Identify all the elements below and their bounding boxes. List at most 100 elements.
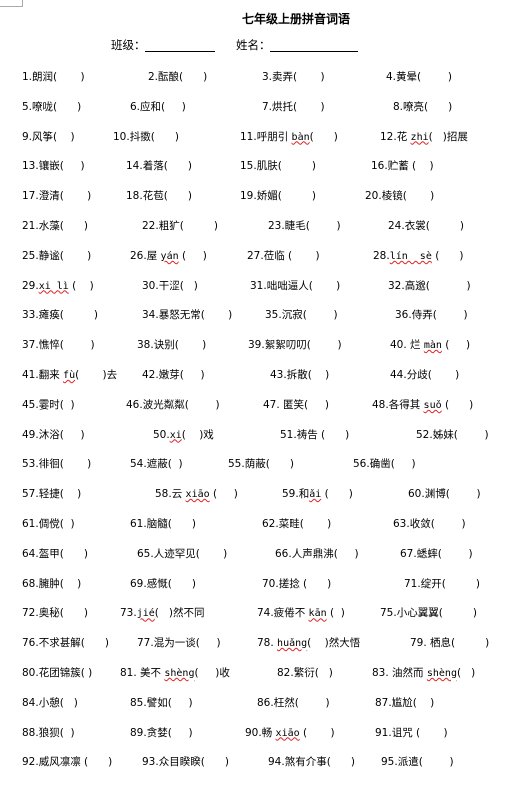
item-text: 85.譬如( ): [130, 696, 193, 709]
item-text: 65.人迹罕见( ): [137, 547, 228, 560]
item-text: 39.絮絮叨叨( ): [248, 339, 342, 352]
question-item: 5.嘹咙( ): [22, 100, 81, 114]
item-text: 93.众目睽睽( ): [142, 756, 229, 769]
item-text: 55.荫蔽( ): [228, 458, 294, 471]
item-text: ( )戏: [181, 428, 214, 441]
item-text: 88.狼狈( ): [22, 726, 75, 739]
item-text: 10.抖擞( ): [113, 130, 179, 143]
item-text: ( ): [309, 130, 338, 143]
question-item: 27.莅临 ( ): [247, 249, 320, 263]
question-item: 26.屋 yán ( ): [130, 249, 207, 264]
question-item: 89.贪婪( ): [130, 726, 193, 740]
pinyin-text: xiāo: [185, 489, 210, 501]
question-item: 64.盔甲( ): [22, 547, 88, 561]
question-item: 24.衣裳( ): [388, 219, 464, 233]
question-item: 74.疲倦不 kān ( ): [257, 606, 345, 621]
item-text: ( ): [321, 488, 353, 501]
question-item: 82.繁衍( ): [277, 666, 333, 680]
question-item: 68.臃肿( ): [22, 577, 81, 591]
question-item: 56.确凿( ): [353, 457, 416, 471]
item-text: 74.疲倦不: [257, 607, 309, 620]
item-text: 60.渊博( ): [408, 488, 481, 501]
question-item: 9.风筝( ): [22, 130, 75, 144]
item-text: 84.小憩( ): [22, 696, 78, 709]
question-item: 31.咄咄逼人( ): [250, 279, 340, 293]
question-item: 30.干涩( ): [142, 279, 198, 293]
name-blank[interactable]: [270, 51, 358, 52]
question-item: 37.憔悴( ): [22, 338, 95, 352]
pinyin-text: kān: [308, 608, 327, 620]
question-item: 84.小憩( ): [22, 696, 78, 710]
question-item: 8.嘹亮( ): [393, 100, 452, 114]
question-item: 81. 美不 shèng( )收: [120, 666, 230, 681]
item-text: 50.: [153, 428, 170, 441]
pinyin-text: xiāo: [275, 727, 300, 739]
item-text: 17.澄清( ): [22, 190, 92, 203]
item-text: 59.和: [282, 488, 310, 501]
question-item: 87.尴尬( ): [375, 696, 434, 710]
question-item: 12.花 zhi( )招展: [380, 130, 468, 145]
question-item: 91.诅咒 ( ): [375, 726, 448, 740]
item-text: ( )然不同: [154, 607, 205, 620]
question-item: 38.诀别( ): [137, 338, 206, 352]
question-item: 93.众目睽睽( ): [142, 755, 229, 769]
item-text: 28.: [373, 249, 390, 262]
item-text: 11.呼朋引: [240, 130, 292, 143]
question-item: 14.着落( ): [126, 159, 192, 173]
pinyin-text: yán: [160, 250, 179, 262]
class-blank[interactable]: [145, 51, 215, 52]
question-item: 40. 烂 màn ( ): [390, 338, 470, 353]
item-text: 14.着落( ): [126, 160, 192, 173]
question-item: 46.波光粼粼( ): [126, 398, 220, 412]
item-text: 19.娇媚( ): [240, 190, 316, 203]
question-item: 92.威风凛凛 ( ): [22, 755, 112, 769]
item-text: 48.各得其: [372, 398, 424, 411]
question-item: 60.渊博( ): [408, 487, 481, 501]
question-item: 83. 油然而 shèng( ): [372, 666, 475, 681]
question-item: 48.各得其 suǒ ( ): [372, 398, 473, 413]
item-text: 67.蟋蟀( ): [400, 547, 473, 560]
item-text: 44.分歧( ): [390, 369, 460, 381]
question-item: 55.荫蔽( ): [228, 457, 294, 471]
item-text: 32.高邈( ): [388, 279, 471, 292]
item-text: 68.臃肿( ): [22, 577, 82, 590]
pinyin-text: shèng: [426, 668, 457, 679]
item-text: 16.贮蓄 ( ): [371, 160, 434, 173]
question-item: 76.不求甚解( ): [22, 636, 109, 650]
item-text: 61.倜傥( ): [22, 518, 75, 530]
question-item: 78. huǎng( )然大悟: [257, 636, 360, 651]
pinyin-text: huǎng: [277, 638, 308, 650]
item-text: 53.徘徊( ): [22, 458, 92, 471]
item-text: 21.水藻( ): [22, 220, 88, 232]
item-text: 4.黄晕( ): [386, 71, 452, 83]
question-item: 4.黄晕( ): [386, 70, 452, 84]
question-item: 6.应和( ): [130, 100, 186, 114]
question-item: 44.分歧( ): [390, 368, 459, 382]
item-text: 40. 烂: [390, 339, 424, 352]
question-item: 20.棱镜( ): [365, 189, 434, 203]
pinyin-text: jié: [136, 608, 155, 620]
question-item: 15.肌肤( ): [240, 159, 316, 173]
question-item: 85.譬如( ): [130, 696, 193, 710]
item-text: 63.收敛( ): [393, 518, 466, 530]
question-item: 52.姊妹( ): [416, 428, 489, 442]
item-text: 51.祷告 ( ): [280, 428, 350, 441]
question-item: 69.感慨( ): [130, 577, 196, 591]
question-item: 43.拆散( ): [270, 368, 329, 382]
question-item: 90.畅 xiāo ( ): [245, 726, 335, 741]
item-text: 15.肌肤( ): [240, 160, 316, 173]
pinyin-text: fù: [63, 370, 76, 381]
item-text: 34.暴怒无常( ): [142, 309, 233, 322]
item-text: 2.酝酿( ): [148, 71, 208, 83]
item-text: 52.姊妹( ): [416, 428, 489, 441]
item-text: 92.威风凛凛 ( ): [22, 756, 113, 769]
item-text: 38.诀别( ): [137, 339, 207, 352]
item-text: 54.遮蔽( ): [130, 458, 183, 471]
item-text: 75.小心翼翼( ): [380, 607, 477, 620]
question-item: 51.祷告 ( ): [280, 428, 349, 442]
question-item: 21.水藻( ): [22, 219, 88, 233]
item-text: 46.波光粼粼( ): [126, 398, 220, 411]
question-item: 79. 栖息( ): [410, 636, 489, 650]
question-item: 45.霎时( ): [22, 398, 75, 412]
question-item: 22.粗犷( ): [142, 219, 218, 233]
